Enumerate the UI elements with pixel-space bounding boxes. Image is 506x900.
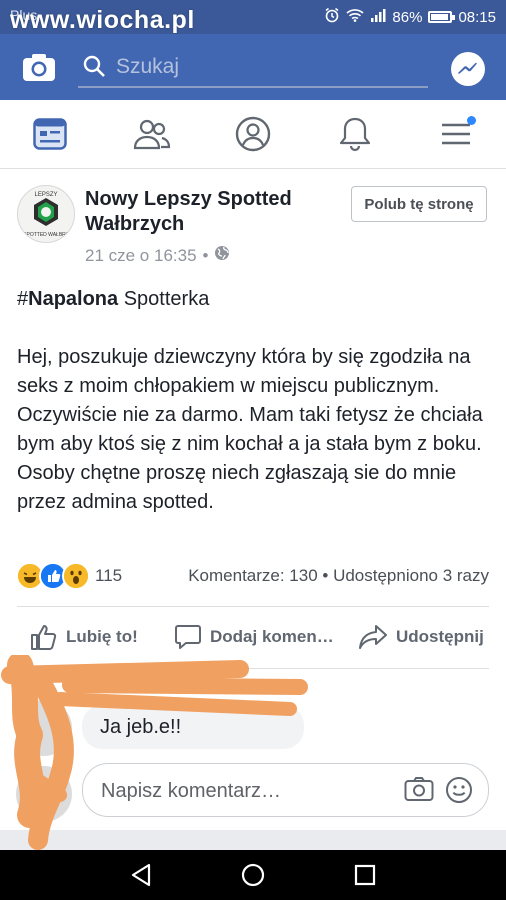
camera-icon[interactable] [22,52,56,87]
messenger-icon[interactable] [451,52,485,86]
post-body: #Napalona Spotterka Hej, poszukuje dziew… [17,285,497,517]
post-meta: 21 cze o 16:35 • [85,245,230,266]
share-button[interactable]: Udostępnij [358,620,484,654]
menu-icon [442,123,470,145]
recent-apps-icon[interactable] [350,861,380,889]
globe-icon [214,245,230,266]
svg-text:SPOTTED WAŁBRZ: SPOTTED WAŁBRZ [23,232,69,238]
home-icon[interactable] [238,861,268,889]
search-input[interactable] [114,52,418,82]
comment-icon [175,625,201,649]
search-bar[interactable] [78,48,428,88]
like-button[interactable]: Lubię to! [30,620,138,654]
hashtag-line: #Napalona Spotterka [17,288,210,310]
wow-reaction-icon [62,562,90,590]
status-bar: Plus www.wiocha.pl 86% 08:15 [0,0,506,34]
like-label: Lubię to! [66,627,138,646]
post-timestamp[interactable]: 21 cze o 16:35 [85,246,197,266]
notification-dot [467,116,476,125]
comment-text: Ja jeb.e!! [100,716,182,738]
reaction-count: 115 [95,566,123,585]
back-icon[interactable] [126,861,156,889]
search-icon [82,54,106,83]
camera-icon[interactable] [404,776,434,807]
android-nav-bar [0,850,506,900]
signal-icon [370,8,386,26]
news-feed-icon [33,118,67,150]
like-page-button[interactable]: Polub tę stronę [351,186,487,222]
clock: 08:15 [458,8,496,26]
tab-bar [0,100,506,169]
user-avatar [16,766,72,822]
feed-separator [0,830,506,850]
commenter-avatar[interactable] [16,700,72,756]
alarm-icon [324,7,340,27]
tab-profile[interactable] [233,114,273,154]
svg-text:LEPSZY: LEPSZY [34,192,57,198]
hashtag-link[interactable]: #Napalona [17,288,118,310]
profile-icon [235,116,271,152]
battery-icon [428,11,456,23]
meta-separator: • [202,245,209,265]
comment-label: Dodaj komen… [210,627,334,646]
post-text: Hej, poszukuje dziewczyny która by się z… [17,346,483,513]
comment-composer[interactable] [82,763,489,817]
page-name[interactable]: Nowy Lepszy Spotted Wałbrzych [85,187,325,237]
app-header [0,34,506,100]
tab-menu[interactable] [436,114,476,154]
emoji-icon[interactable] [445,776,473,809]
share-label: Udostępnij [396,627,484,646]
comment-input[interactable] [99,776,393,806]
tab-notifications[interactable] [335,114,375,154]
status-icons: 86% 08:15 [324,7,496,27]
friends-icon [133,119,171,150]
watermark: www.wiocha.pl [10,6,195,34]
tab-news-feed[interactable] [30,114,70,154]
divider [17,668,489,669]
bell-icon [339,117,371,152]
comment-bubble[interactable]: Ja jeb.e!! [82,705,304,749]
comments-shares-count[interactable]: Komentarze: 130 • Udostępniono 3 razy [188,566,489,586]
thumbs-up-icon [31,625,57,650]
divider [17,606,489,607]
comment-button[interactable]: Dodaj komen… [174,620,334,654]
battery-percent: 86% [392,8,423,26]
wifi-icon [346,8,364,26]
share-icon [359,625,387,649]
tab-friends[interactable] [132,114,172,154]
reactions-summary[interactable]: 115 [16,562,123,590]
page-avatar[interactable]: LEPSZY SPOTTED WAŁBRZ [17,185,75,243]
